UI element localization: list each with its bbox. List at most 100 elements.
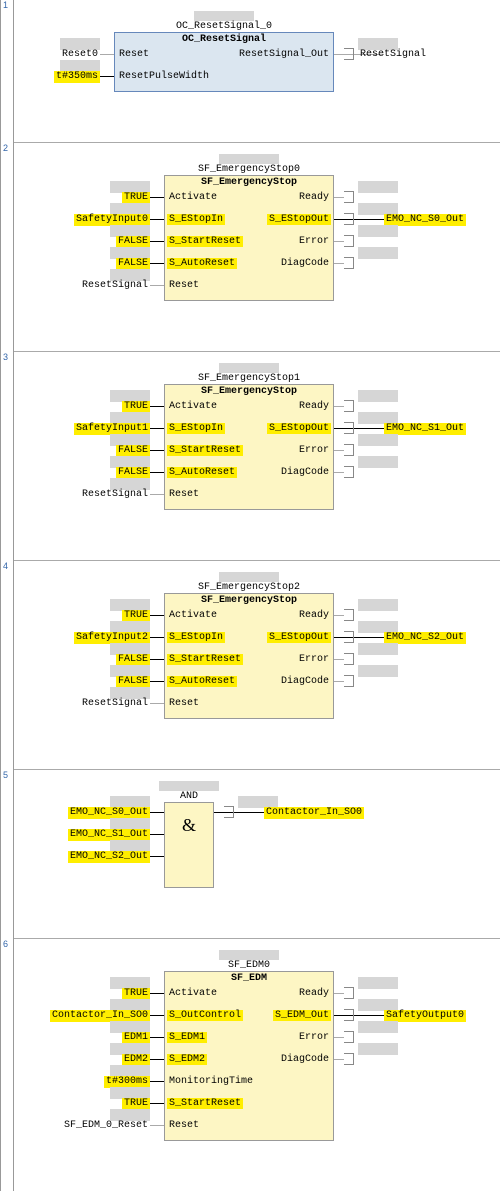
- wire: [334, 406, 344, 407]
- input-port-label: S_AutoReset: [167, 258, 237, 269]
- output-value[interactable]: ResetSignal: [358, 49, 428, 61]
- input-port-label: S_EDM1: [167, 1032, 207, 1043]
- block-instance-name[interactable]: SF_EDM0: [228, 960, 270, 971]
- block-instance-name[interactable]: OC_ResetSignal_0: [176, 21, 272, 32]
- input-value[interactable]: t#350ms: [54, 71, 100, 83]
- wire: [150, 450, 164, 451]
- wire: [150, 659, 164, 660]
- output-bracket-icon: [344, 1009, 354, 1021]
- wire: [150, 406, 164, 407]
- wire: [334, 197, 344, 198]
- output-value-placeholder: .: [358, 247, 398, 259]
- input-port-label: S_StartReset: [167, 1098, 243, 1109]
- output-bracket-icon: [344, 213, 354, 225]
- output-value-placeholder: .: [358, 434, 398, 446]
- input-port-label: S_OutControl: [167, 1010, 243, 1021]
- block-instance-name[interactable]: SF_EmergencyStop2: [198, 582, 300, 593]
- wire: [150, 263, 164, 264]
- function-block[interactable]: SF_EDM0SF_EDMActivateS_OutControlS_EDM1S…: [164, 971, 334, 1141]
- input-port-label: Activate: [167, 192, 219, 203]
- diagram-content: .Reset0.t#350ms.ResetSignalOC_ResetSigna…: [14, 0, 500, 1191]
- output-bracket-icon: [344, 675, 354, 687]
- wire: [150, 1081, 164, 1082]
- output-port-label: S_EDM_Out: [273, 1010, 331, 1021]
- function-block[interactable]: OC_ResetSignal_0OC_ResetSignalResetReset…: [114, 32, 334, 92]
- output-port-label: Error: [297, 236, 331, 247]
- wire: [150, 856, 164, 857]
- output-bracket-icon: [344, 235, 354, 247]
- network-number[interactable]: 3: [3, 352, 8, 362]
- input-port-label: Reset: [117, 49, 151, 60]
- input-value[interactable]: ResetSignal: [80, 280, 150, 292]
- output-port-label: DiagCode: [279, 258, 331, 269]
- network-4: .TRUE.SafetyInput2.FALSE.FALSE.ResetSign…: [14, 561, 500, 769]
- output-value-placeholder: .: [358, 977, 398, 989]
- wire: [334, 1059, 344, 1060]
- output-port-label: Ready: [297, 988, 331, 999]
- function-block[interactable]: SF_EmergencyStop0SF_EmergencyStopActivat…: [164, 175, 334, 301]
- network-3: .TRUE.SafetyInput1.FALSE.FALSE.ResetSign…: [14, 352, 500, 560]
- network-number[interactable]: 6: [3, 939, 8, 949]
- output-value-placeholder: .: [358, 456, 398, 468]
- network-5: .EMO_NC_S0_Out.EMO_NC_S1_Out.EMO_NC_S2_O…: [14, 770, 500, 938]
- wire: [150, 197, 164, 198]
- output-bracket-icon: [224, 806, 234, 818]
- input-value[interactable]: SF_EDM_0_Reset: [62, 1120, 150, 1132]
- output-bracket-icon: [344, 422, 354, 434]
- output-port-label: DiagCode: [279, 467, 331, 478]
- wire: [334, 681, 344, 682]
- output-port-label: Ready: [297, 401, 331, 412]
- network-number[interactable]: 4: [3, 561, 8, 571]
- block-instance-name[interactable]: AND: [180, 791, 198, 802]
- wire: [100, 54, 114, 55]
- network-number[interactable]: 5: [3, 770, 8, 780]
- block-instance-name[interactable]: SF_EmergencyStop0: [198, 164, 300, 175]
- input-port-label: Reset: [167, 280, 201, 291]
- output-value-placeholder: .: [358, 390, 398, 402]
- input-port-label: S_AutoReset: [167, 676, 237, 687]
- wire: [150, 241, 164, 242]
- output-port-label: Ready: [297, 192, 331, 203]
- input-value[interactable]: EMO_NC_S2_Out: [68, 851, 150, 863]
- network-number[interactable]: 1: [3, 0, 8, 10]
- output-bracket-icon: [344, 400, 354, 412]
- and-operator-icon: &: [165, 803, 213, 836]
- input-port-label: Activate: [167, 401, 219, 412]
- wire: [150, 1015, 164, 1016]
- output-value-placeholder: .: [358, 599, 398, 611]
- input-value[interactable]: ResetSignal: [80, 698, 150, 710]
- wire: [334, 219, 384, 220]
- input-port-label: MonitoringTime: [167, 1076, 255, 1087]
- input-port-label: ResetPulseWidth: [117, 71, 211, 82]
- network-number[interactable]: 2: [3, 143, 8, 153]
- wire: [150, 1037, 164, 1038]
- input-port-label: Activate: [167, 610, 219, 621]
- network-1: .Reset0.t#350ms.ResetSignalOC_ResetSigna…: [14, 0, 500, 142]
- output-bracket-icon: [344, 653, 354, 665]
- input-value[interactable]: ResetSignal: [80, 489, 150, 501]
- output-value-placeholder: .: [358, 1021, 398, 1033]
- function-block[interactable]: SF_EmergencyStop1SF_EmergencyStopActivat…: [164, 384, 334, 510]
- output-bracket-icon: [344, 1031, 354, 1043]
- function-block[interactable]: SF_EmergencyStop2SF_EmergencyStopActivat…: [164, 593, 334, 719]
- output-bracket-icon: [344, 257, 354, 269]
- wire: [150, 703, 164, 704]
- block-title-placeholder: [194, 11, 254, 21]
- wire: [150, 219, 164, 220]
- input-port-label: S_StartReset: [167, 236, 243, 247]
- output-bracket-icon: [344, 987, 354, 999]
- wire: [334, 472, 344, 473]
- input-port-label: S_EStopIn: [167, 632, 225, 643]
- output-value-placeholder: .: [358, 225, 398, 237]
- wire: [150, 1103, 164, 1104]
- wire: [150, 428, 164, 429]
- wire: [334, 1037, 344, 1038]
- input-port-label: Reset: [167, 489, 201, 500]
- input-port-label: S_EStopIn: [167, 214, 225, 225]
- wire: [334, 428, 384, 429]
- block-instance-name[interactable]: SF_EmergencyStop1: [198, 373, 300, 384]
- wire: [334, 263, 344, 264]
- function-block[interactable]: AND&: [164, 802, 214, 888]
- block-type-name: SF_EmergencyStop: [165, 594, 333, 609]
- output-value[interactable]: Contactor_In_SO0: [264, 807, 364, 819]
